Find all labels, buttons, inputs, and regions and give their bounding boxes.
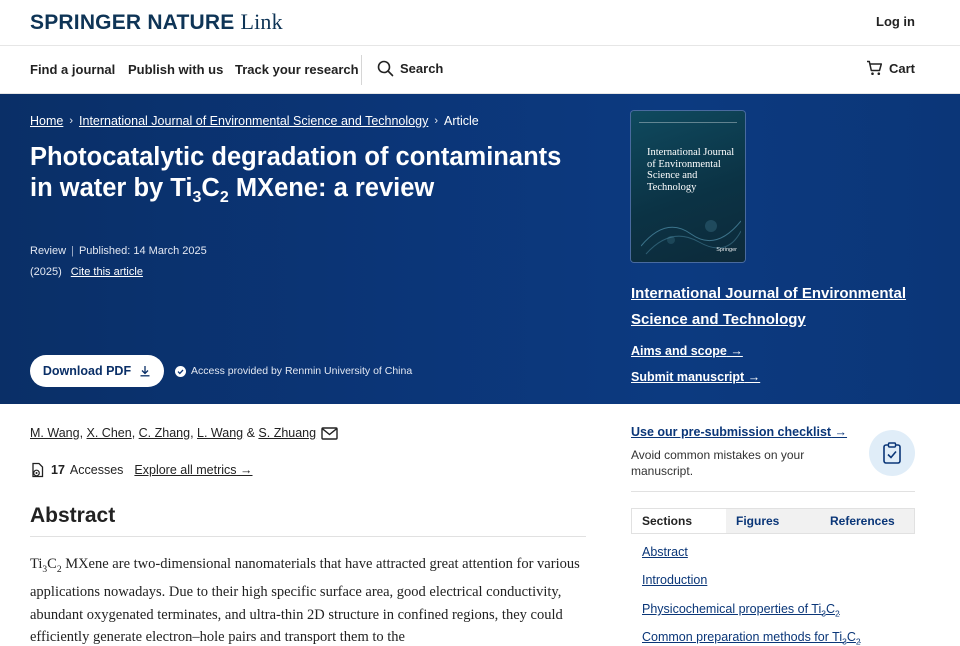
article-meta: Review | Published: 14 March 2025 (30, 245, 207, 257)
cover-title: International Journal of Environmental S… (647, 147, 735, 193)
journal-title-link[interactable]: International Journal of Environmental S… (631, 281, 921, 333)
cover-publisher: Springer (716, 247, 737, 253)
breadcrumb: Home › International Journal of Environm… (30, 114, 479, 128)
chevron-right-icon: › (69, 115, 74, 127)
nav-divider (361, 55, 362, 85)
nav-find-journal[interactable]: Find a journal (30, 62, 115, 77)
nav-publish-with-us[interactable]: Publish with us (128, 62, 223, 77)
sidebar-divider (631, 491, 915, 492)
cite-article-link[interactable]: Cite this article (71, 266, 143, 278)
submit-manuscript-link[interactable]: Submit manuscript → (631, 370, 760, 384)
published-date: Published: 14 March 2025 (78, 245, 207, 257)
clipboard-check-icon (869, 430, 915, 476)
access-text: Access provided by Renmin University of … (191, 365, 413, 377)
chevron-right-icon: › (434, 115, 438, 127)
article-metrics: 17 Accesses Explore all metrics → (30, 462, 253, 478)
section-link-physicochemical[interactable]: Physicochemical properties of Ti3C2 (642, 602, 840, 619)
section-link-introduction[interactable]: Introduction (642, 573, 707, 587)
access-provided-note: Access provided by Renmin University of … (175, 365, 412, 377)
tab-references[interactable]: References (820, 509, 914, 533)
article-year: (2025) (30, 266, 62, 278)
abstract-divider (30, 536, 586, 537)
author-link[interactable]: C. Zhang (139, 426, 190, 440)
accesses-count: 17 (51, 463, 65, 477)
logo-sub-text: Link (240, 9, 283, 34)
download-icon (140, 366, 150, 377)
email-icon[interactable] (321, 426, 338, 440)
author-list: M. Wang, X. Chen, C. Zhang, L. Wang & S.… (30, 426, 338, 440)
nav-search-button[interactable]: Search (377, 60, 443, 77)
explore-metrics-link[interactable]: Explore all metrics → (134, 463, 252, 477)
tab-sections[interactable]: Sections (632, 509, 726, 533)
article-title: Photocatalytic degradation of contaminan… (30, 143, 562, 207)
abstract-heading: Abstract (30, 504, 116, 527)
article-nav-tabs: Sections Figures References (631, 508, 915, 534)
download-pdf-label: Download PDF (42, 364, 132, 378)
author-link[interactable]: S. Zhuang (258, 426, 316, 440)
cover-header-strip (639, 117, 737, 123)
author-link[interactable]: X. Chen (87, 426, 132, 440)
download-pdf-button[interactable]: Download PDF (30, 355, 164, 387)
accesses-label: Accesses (69, 463, 124, 477)
cart-icon (866, 60, 883, 75)
article-meta-year: (2025) Cite this article (30, 266, 143, 278)
logo-brand-text: SPRINGER NATURE (30, 11, 235, 34)
section-link-preparation-methods[interactable]: Common preparation methods for Ti3C2 (642, 630, 861, 646)
tab-figures[interactable]: Figures (726, 509, 820, 533)
breadcrumb-article: Article (444, 114, 479, 128)
cart-label: Cart (888, 60, 915, 76)
breadcrumb-home[interactable]: Home (30, 114, 63, 128)
login-link[interactable]: Log in (876, 14, 915, 29)
nav-cart-button[interactable]: Cart (866, 60, 915, 76)
check-circle-icon (175, 365, 186, 377)
author-link[interactable]: M. Wang (30, 426, 80, 440)
article-hero: Home › International Journal of Environm… (0, 94, 960, 404)
main-nav: Find a journal Publish with us Track you… (0, 46, 960, 94)
site-header: SPRINGER NATURE Link Log in (0, 0, 960, 46)
abstract-text: Ti3C2 MXene are two-dimensional nanomate… (30, 556, 580, 646)
section-link-abstract[interactable]: Abstract (642, 545, 688, 559)
breadcrumb-journal[interactable]: International Journal of Environmental S… (79, 114, 428, 128)
nav-track-research[interactable]: Track your research (235, 62, 359, 77)
springer-nature-link-logo[interactable]: SPRINGER NATURE Link (30, 9, 283, 35)
article-type: Review (30, 245, 67, 257)
aims-scope-link[interactable]: Aims and scope → (631, 344, 743, 358)
search-label: Search (400, 61, 444, 76)
search-icon (377, 60, 394, 77)
pre-submission-checklist-link[interactable]: Use our pre-submission checklist → (631, 425, 847, 439)
accesses-icon (32, 462, 44, 478)
journal-cover-image[interactable]: International Journal of Environmental S… (631, 111, 745, 262)
author-link[interactable]: L. Wang (197, 426, 243, 440)
checklist-description: Avoid common mistakes on your manuscript… (631, 448, 805, 478)
